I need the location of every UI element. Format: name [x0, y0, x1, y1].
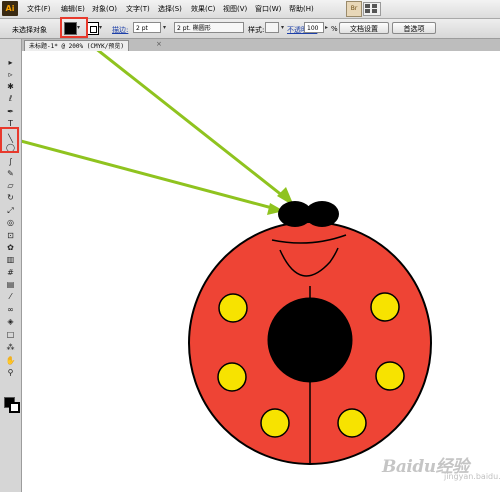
menu-view[interactable]: 视图(V) — [223, 4, 247, 14]
menu-object[interactable]: 对象(O) — [92, 4, 117, 14]
ellipse-tool-highlight-box — [0, 127, 19, 153]
pen-tool-icon: ✒ — [7, 107, 14, 116]
menu-window[interactable]: 窗口(W) — [255, 4, 281, 14]
preferences-button[interactable]: 首选项 — [392, 22, 436, 34]
selection-tool-icon: ▸ — [8, 58, 13, 67]
fill-swatch-highlight-box — [60, 17, 88, 38]
zoom-tool[interactable]: ⚲ — [4, 367, 17, 379]
center-black-spot — [267, 297, 353, 383]
artboard-tool[interactable]: □ — [4, 329, 17, 341]
close-tab-icon[interactable]: × — [156, 40, 162, 48]
right-eye — [305, 201, 339, 227]
zoom-tool-icon: ⚲ — [7, 368, 14, 377]
blend-tool-icon: ∞ — [7, 305, 14, 314]
spot-bottom-left — [260, 408, 290, 438]
rotate-tool-icon: ↻ — [7, 193, 14, 202]
eraser-tool-icon: ▱ — [7, 181, 14, 190]
selection-status: 未选择对象 — [12, 26, 47, 34]
gradient-tool[interactable]: ▤ — [4, 279, 17, 291]
app-logo: Ai — [2, 1, 18, 16]
ladybug-artwork — [22, 51, 432, 465]
arrow-from-ellipse-tool — [22, 139, 278, 211]
opacity-field[interactable]: 100 — [304, 22, 324, 33]
pencil-tool-icon: ✎ — [7, 169, 14, 178]
document-tab-title: 未标题-1* @ 200% (CMYK/预览) — [29, 43, 125, 50]
magic-wand-tool[interactable]: ✱ — [4, 81, 17, 93]
arrow-from-fill-swatch — [96, 51, 290, 202]
pen-tool[interactable]: ✒ — [4, 106, 17, 118]
spot-bottom-right — [337, 408, 367, 438]
scale-tool[interactable]: ⤢ — [4, 205, 17, 217]
hand-tool-icon: ✋ — [5, 356, 16, 365]
slice-tool[interactable]: ⁂ — [4, 342, 17, 354]
rotate-tool[interactable]: ↻ — [4, 192, 17, 204]
style-swatch[interactable] — [265, 22, 279, 33]
workspace-switcher-icon[interactable] — [363, 2, 381, 16]
fill-stroke-indicator[interactable] — [4, 397, 20, 413]
eraser-tool[interactable]: ▱ — [4, 180, 17, 192]
paintbrush-tool-icon: ∫ — [8, 157, 13, 166]
opacity-unit: % — [331, 25, 338, 33]
graph-tool-icon: ▥ — [6, 255, 15, 264]
brush-definition-field[interactable]: 2 pt. 椭圆形 — [174, 22, 244, 33]
bridge-button[interactable]: Br — [346, 1, 362, 17]
eyedropper-tool[interactable]: ⁄ — [4, 291, 17, 303]
live-paint-tool[interactable]: ◈ — [4, 316, 17, 328]
graph-tool[interactable]: ▥ — [4, 254, 17, 266]
direct-selection-tool[interactable]: ▹ — [4, 69, 17, 81]
selection-tool[interactable]: ▸ — [4, 57, 17, 69]
blend-tool[interactable]: ∞ — [4, 304, 17, 316]
eyedropper-tool-icon: ⁄ — [9, 292, 12, 301]
artboard-canvas[interactable] — [22, 51, 500, 492]
watermark-subtext: jingyan.baidu.com — [444, 472, 500, 481]
menu-help[interactable]: 帮助(H) — [289, 4, 314, 14]
mesh-tool[interactable]: # — [4, 267, 17, 279]
paintbrush-tool[interactable]: ∫ — [4, 156, 17, 168]
style-label: 样式: — [248, 26, 265, 34]
hand-tool[interactable]: ✋ — [4, 355, 17, 367]
menu-file[interactable]: 文件(F) — [27, 4, 51, 14]
symbol-sprayer-tool-icon: ✿ — [7, 243, 14, 252]
toolbox: ▸ ▹ ✱ ℓ ✒ T ╲ ◯ ∫ ✎ ▱ ↻ ⤢ ◎ ⊡ ✿ ▥ # ▤ ⁄ ∞ ◈ □ ⁂ ✋ ⚲ — [0, 39, 22, 492]
document-tab-bar: 未标题-1* @ 200% (CMYK/预览) × — [22, 39, 500, 52]
gradient-tool-icon: ▤ — [6, 280, 15, 289]
spot-mid-left — [217, 362, 247, 392]
spot-top-left — [218, 293, 248, 323]
style-dropdown-icon[interactable]: ▾ — [281, 24, 284, 31]
menu-edit[interactable]: 编辑(E) — [61, 4, 85, 14]
scale-tool-icon: ⤢ — [7, 206, 14, 215]
spot-top-right — [370, 292, 400, 322]
brush-definition-value: 2 pt. 椭圆形 — [177, 25, 211, 32]
mesh-tool-icon: # — [7, 268, 14, 277]
pencil-tool[interactable]: ✎ — [4, 168, 17, 180]
document-setup-button[interactable]: 文档设置 — [339, 22, 389, 34]
free-transform-tool-icon: ⊡ — [7, 231, 14, 240]
artboard-tool-icon: □ — [6, 330, 15, 339]
magic-wand-tool-icon: ✱ — [7, 82, 14, 91]
stroke-label[interactable]: 描边: — [112, 25, 128, 35]
live-paint-tool-icon: ◈ — [7, 317, 14, 326]
free-transform-tool[interactable]: ⊡ — [4, 230, 17, 242]
lasso-tool[interactable]: ℓ — [4, 93, 17, 105]
stroke-weight-value: 2 pt — [136, 25, 148, 32]
warp-tool-icon: ◎ — [7, 218, 14, 227]
warp-tool[interactable]: ◎ — [4, 217, 17, 229]
menu-select[interactable]: 选择(S) — [158, 4, 182, 14]
stroke-weight-field[interactable]: 2 pt — [133, 22, 161, 33]
opacity-dropdown-icon[interactable]: ▸ — [325, 24, 328, 31]
spot-mid-right — [375, 361, 405, 391]
menu-type[interactable]: 文字(T) — [126, 4, 150, 14]
direct-selection-tool-icon: ▹ — [8, 70, 13, 79]
opacity-value: 100 — [307, 25, 319, 32]
stroke-dropdown-icon[interactable]: ▾ — [99, 24, 102, 31]
lasso-tool-icon: ℓ — [8, 94, 13, 103]
stroke-weight-dropdown-icon[interactable]: ▾ — [163, 24, 166, 31]
symbol-sprayer-tool[interactable]: ✿ — [4, 242, 17, 254]
slice-tool-icon: ⁂ — [6, 343, 15, 352]
menu-effect[interactable]: 效果(C) — [191, 4, 215, 14]
